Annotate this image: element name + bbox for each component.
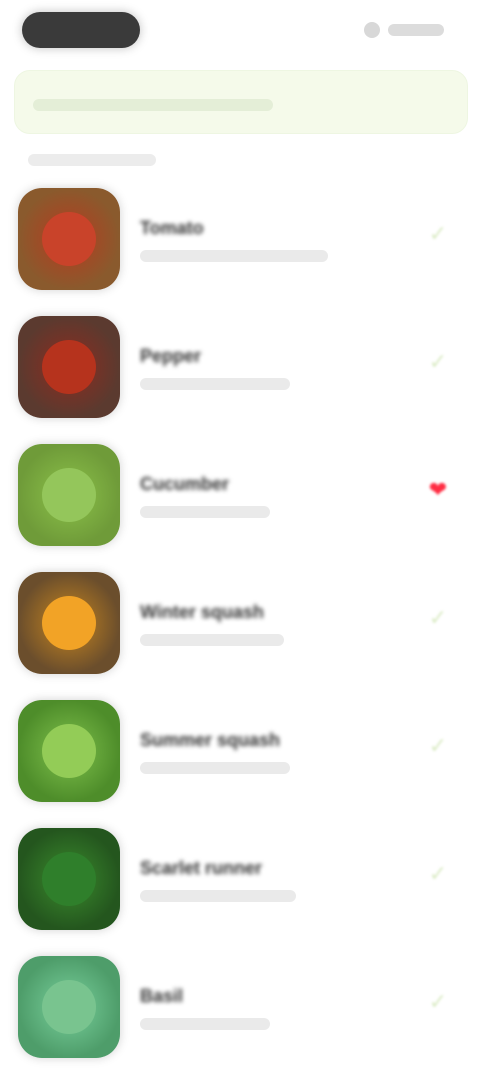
- section-label: [28, 154, 156, 166]
- header-action-label: [388, 24, 444, 36]
- plant-row[interactable]: Scarlet runner ✓: [0, 820, 480, 948]
- plant-subtitle: [140, 250, 328, 262]
- plant-thumbnail-center: [42, 212, 96, 266]
- check-icon[interactable]: ✓: [424, 988, 452, 1016]
- plant-thumbnail: [18, 956, 120, 1058]
- banner-text: [33, 99, 273, 111]
- plant-list: Tomato ✓ Pepper ✓ Cucumber ❤ Winter squa…: [0, 180, 480, 1076]
- plant-title: Basil: [140, 986, 184, 1006]
- plant-row[interactable]: Winter squash ✓: [0, 564, 480, 692]
- plant-thumbnail-center: [42, 852, 96, 906]
- plant-row[interactable]: Cucumber ❤: [0, 436, 480, 564]
- profile-icon: [364, 22, 380, 38]
- plant-row[interactable]: Basil ✓: [0, 948, 480, 1076]
- plant-title: Winter squash: [140, 602, 264, 622]
- info-banner[interactable]: [14, 70, 468, 134]
- plant-row[interactable]: Pepper ✓: [0, 308, 480, 436]
- check-icon[interactable]: ✓: [424, 220, 452, 248]
- plant-thumbnail: [18, 700, 120, 802]
- plant-thumbnail: [18, 444, 120, 546]
- plant-subtitle: [140, 762, 290, 774]
- plant-thumbnail-center: [42, 980, 96, 1034]
- plant-subtitle: [140, 378, 290, 390]
- plant-row[interactable]: Tomato ✓: [0, 180, 480, 308]
- check-icon[interactable]: ✓: [424, 732, 452, 760]
- check-icon[interactable]: ✓: [424, 604, 452, 632]
- plant-subtitle: [140, 634, 284, 646]
- plant-title: Tomato: [140, 218, 204, 238]
- plant-title: Summer squash: [140, 730, 281, 750]
- plant-thumbnail: [18, 828, 120, 930]
- plant-title: Scarlet runner: [140, 858, 263, 878]
- plant-thumbnail: [18, 316, 120, 418]
- plant-subtitle: [140, 1018, 270, 1030]
- plant-thumbnail-center: [42, 468, 96, 522]
- plant-title: Cucumber: [140, 474, 230, 494]
- app-header: [0, 0, 480, 64]
- plant-thumbnail-center: [42, 724, 96, 778]
- plant-thumbnail-center: [42, 596, 96, 650]
- check-icon[interactable]: ✓: [424, 348, 452, 376]
- heart-icon[interactable]: ❤: [424, 476, 452, 504]
- plant-thumbnail: [18, 572, 120, 674]
- header-action[interactable]: [360, 16, 444, 44]
- check-icon[interactable]: ✓: [424, 860, 452, 888]
- back-button[interactable]: [22, 12, 140, 48]
- plant-subtitle: [140, 506, 270, 518]
- plant-title: Pepper: [140, 346, 202, 366]
- plant-thumbnail-center: [42, 340, 96, 394]
- plant-row[interactable]: Summer squash ✓: [0, 692, 480, 820]
- plant-thumbnail: [18, 188, 120, 290]
- plant-subtitle: [140, 890, 296, 902]
